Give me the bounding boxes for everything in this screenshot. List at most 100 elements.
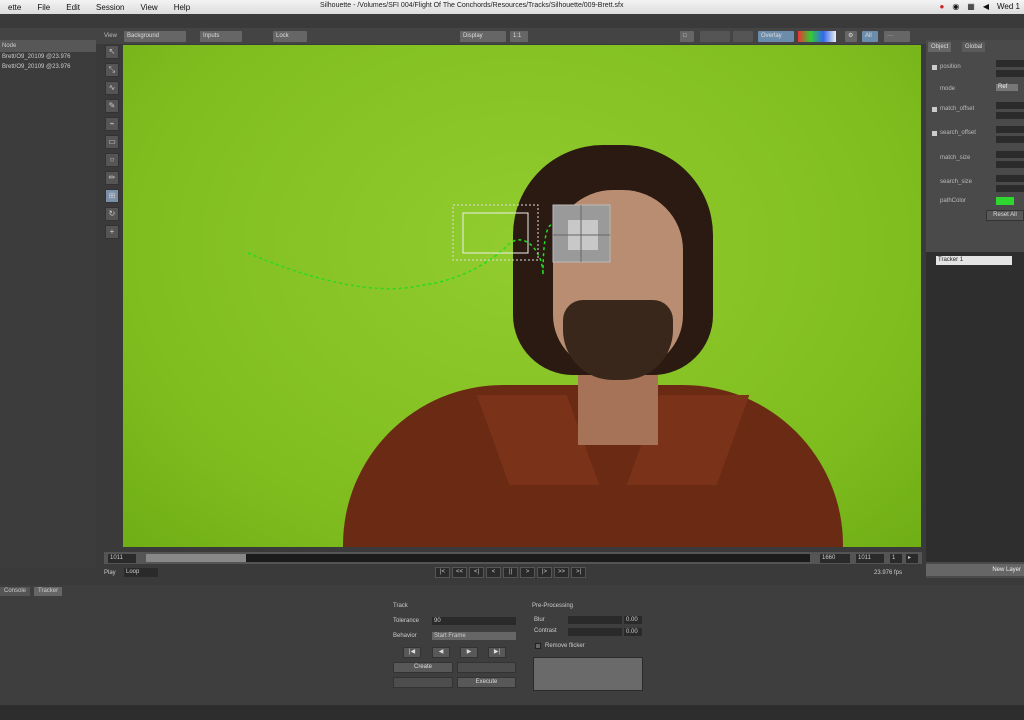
timeline-progress (146, 554, 246, 562)
toolbar-blank-button[interactable] (700, 31, 730, 42)
overlay-button[interactable]: Overlay (758, 31, 794, 42)
all-button[interactable]: All (862, 31, 878, 42)
blur-value[interactable]: 0.00 (624, 616, 642, 624)
toolbar-blank-button-2[interactable] (733, 31, 753, 42)
prop-search-size: search_size (940, 179, 973, 185)
rewind-button[interactable]: << (452, 567, 467, 578)
viewer-canvas[interactable] (123, 45, 921, 547)
goto-end-button[interactable]: >| (571, 567, 586, 578)
wifi-icon[interactable]: ◉ (952, 2, 959, 11)
match-size-field-y[interactable] (996, 161, 1024, 168)
settings-button[interactable]: ⚙ (845, 31, 857, 42)
search-size-field[interactable] (996, 175, 1024, 182)
brush-tool-icon[interactable]: ✏ (105, 171, 119, 185)
tracker-tool-icon[interactable]: ⊞ (105, 189, 119, 203)
track-forward-button[interactable]: ▶ (460, 647, 478, 658)
play-button[interactable]: |> (537, 567, 552, 578)
step-forward-button[interactable]: > (520, 567, 535, 578)
match-offset-field-y[interactable] (996, 112, 1024, 119)
add-point-tool-icon[interactable]: + (105, 225, 119, 239)
track-backward-button[interactable]: ◀ (432, 647, 450, 658)
match-offset-field[interactable] (996, 102, 1024, 109)
node-row[interactable]: Brett/O9_20109 @23.976 (0, 52, 96, 62)
channel-dropdown[interactable]: ··· (884, 31, 910, 42)
tracker-list-item[interactable]: Tracker 1 (936, 256, 1012, 265)
channel-swatch[interactable] (798, 31, 836, 42)
blur-slider[interactable] (568, 616, 622, 624)
step-back-button[interactable]: < (486, 567, 501, 578)
menu-app[interactable]: ette (0, 3, 29, 12)
search-offset-field-y[interactable] (996, 136, 1024, 143)
disabled-button[interactable] (457, 662, 516, 673)
display-dropdown[interactable]: Display (460, 31, 506, 42)
end-frame-field[interactable]: 1660 (820, 554, 850, 563)
timeline-track[interactable] (146, 554, 810, 562)
record-icon[interactable]: ● (939, 2, 944, 11)
menu-file[interactable]: File (29, 3, 58, 12)
play-reverse-button[interactable]: <| (469, 567, 484, 578)
contrast-value[interactable]: 0.00 (624, 628, 642, 636)
track-forward-end-button[interactable]: ▶| (488, 647, 506, 658)
zoom-dropdown[interactable]: 1:1 (510, 31, 528, 42)
tab-object[interactable]: Object (928, 42, 952, 52)
fit-button[interactable]: □ (680, 31, 694, 42)
mode-dropdown[interactable]: Ref (996, 84, 1018, 91)
track-title: Track (393, 603, 408, 609)
menu-session[interactable]: Session (88, 3, 132, 12)
prop-path-color: pathColor (940, 198, 967, 204)
inputs-dropdown[interactable]: Inputs (200, 31, 242, 42)
flag-icon[interactable]: ▦ (967, 2, 975, 11)
position-field[interactable] (996, 60, 1024, 67)
frame-go-button[interactable]: ▸ (906, 554, 918, 563)
node-row[interactable]: Brett/O9_20109 @23.976 (0, 62, 96, 72)
behavior-dropdown[interactable]: Start Frame (432, 632, 516, 640)
execute-button[interactable]: Execute (457, 677, 516, 688)
position-checkbox[interactable] (932, 65, 937, 70)
remove-flicker-checkbox[interactable] (535, 643, 541, 649)
status-area: ● ◉ ▦ ◀ Wed 1 (939, 2, 1020, 11)
match-size-field[interactable] (996, 151, 1024, 158)
disabled-button-2[interactable] (393, 677, 453, 688)
tab-global[interactable]: Global (962, 42, 986, 52)
new-layer-button[interactable]: New Layer (926, 564, 1024, 576)
transport-controls: |< << <| < || > |> >> >| (435, 567, 586, 578)
current-frame-field[interactable]: 1011 (856, 554, 884, 563)
menu-view[interactable]: View (133, 3, 166, 12)
path-color-swatch[interactable] (996, 197, 1014, 205)
stop-button[interactable]: || (503, 567, 518, 578)
xspline-tool-icon[interactable]: ⌁ (105, 117, 119, 131)
view-dropdown[interactable]: Background (124, 31, 186, 42)
play-label: Play (104, 570, 116, 576)
tolerance-field[interactable]: 90 (432, 617, 516, 625)
match-offset-checkbox[interactable] (932, 107, 937, 112)
prop-mode: mode (940, 86, 956, 92)
start-frame-field[interactable]: 1011 (108, 554, 136, 563)
search-offset-checkbox[interactable] (932, 131, 937, 136)
bezier-tool-icon[interactable]: ✎ (105, 99, 119, 113)
ellipse-tool-icon[interactable]: ○ (105, 153, 119, 167)
lock-dropdown[interactable]: Lock (273, 31, 307, 42)
menu-edit[interactable]: Edit (58, 3, 88, 12)
create-button[interactable]: Create (393, 662, 453, 673)
volume-icon[interactable]: ◀ (983, 2, 989, 11)
rotate-tool-icon[interactable]: ↻ (105, 207, 119, 221)
play-mode-dropdown[interactable]: Loop (124, 568, 158, 577)
frame-step-button[interactable]: 1 (890, 554, 902, 563)
tracker-overlay (247, 204, 611, 290)
rectangle-tool-icon[interactable]: ▭ (105, 135, 119, 149)
reset-all-button[interactable]: Reset All (986, 210, 1024, 221)
fast-forward-button[interactable]: >> (554, 567, 569, 578)
tab-console[interactable]: Console (0, 587, 31, 596)
menu-help[interactable]: Help (166, 3, 198, 12)
track-backward-end-button[interactable]: |◀ (403, 647, 421, 658)
menu-clock[interactable]: Wed 1 (997, 2, 1020, 11)
select-tool-icon[interactable]: ↖ (105, 45, 119, 59)
bspline-tool-icon[interactable]: ∿ (105, 81, 119, 95)
tab-tracker[interactable]: Tracker (34, 587, 63, 596)
transform-tool-icon[interactable]: ⤡ (105, 63, 119, 77)
search-offset-field[interactable] (996, 126, 1024, 133)
position-field-y[interactable] (996, 70, 1024, 77)
search-size-field-y[interactable] (996, 185, 1024, 192)
goto-start-button[interactable]: |< (435, 567, 450, 578)
contrast-slider[interactable] (568, 628, 622, 636)
